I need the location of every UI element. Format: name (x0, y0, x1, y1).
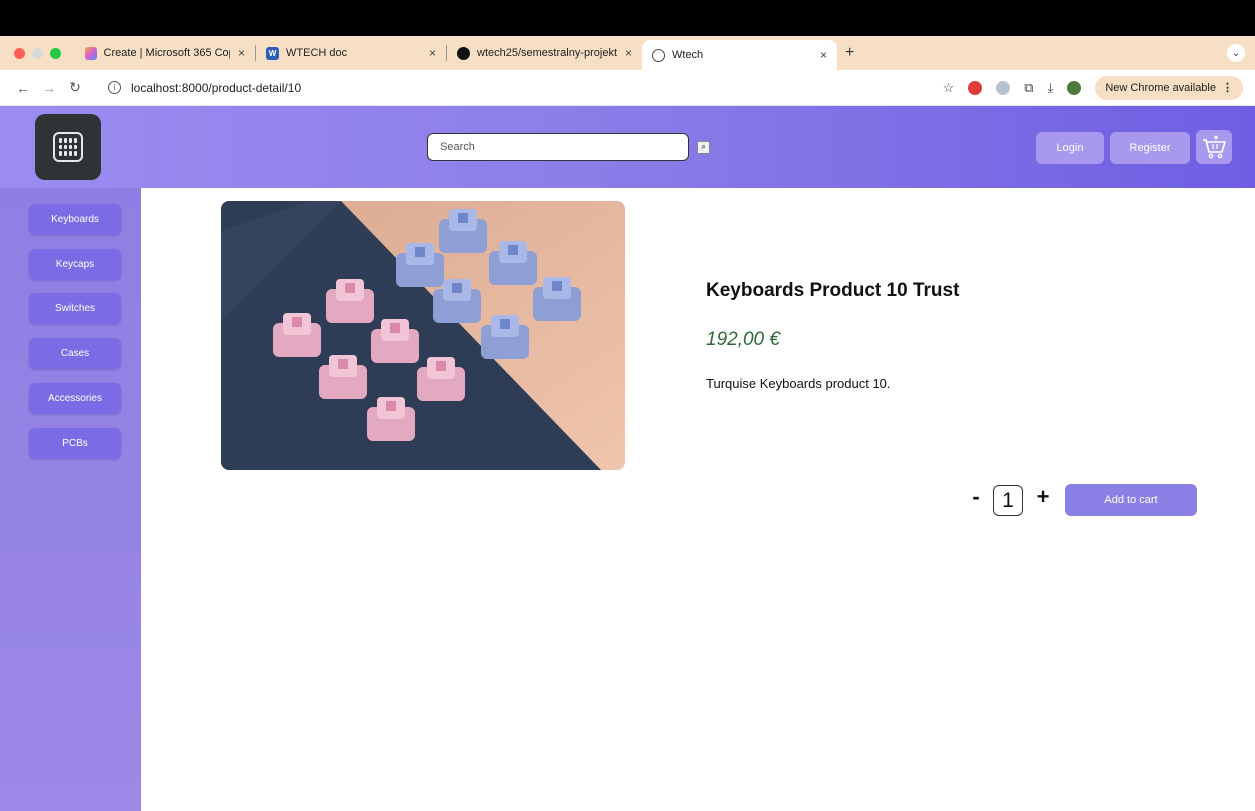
site-logo[interactable] (35, 114, 101, 180)
quantity-field[interactable]: 1 (993, 485, 1023, 516)
product-price: 192,00 € (706, 329, 780, 350)
menu-kebab-icon[interactable]: ⋮ (1222, 81, 1233, 94)
tab-close-icon[interactable]: × (230, 46, 245, 60)
address-bar[interactable]: i localhost:8000/product-detail/10 (98, 74, 908, 101)
globe-favicon-icon (652, 48, 665, 62)
quantity-decrease-button[interactable]: - (968, 484, 984, 510)
shopping-cart-icon (1203, 135, 1226, 159)
tab-close-icon[interactable]: × (421, 46, 436, 60)
login-button[interactable]: Login (1036, 132, 1104, 164)
github-favicon-icon (457, 46, 470, 60)
browser-tab-wtech[interactable]: Wtech × (642, 40, 837, 70)
search-input[interactable] (427, 133, 689, 161)
tab-close-icon[interactable]: × (617, 46, 632, 60)
sidebar-item-accessories[interactable]: Accessories (29, 383, 121, 414)
sidebar-item-keycaps[interactable]: Keycaps (29, 249, 121, 280)
register-button[interactable]: Register (1110, 132, 1190, 164)
product-description: Turquise Keyboards product 10. (706, 376, 891, 391)
quantity-increase-button[interactable]: + (1034, 484, 1052, 510)
bookmark-star-icon[interactable]: ☆ (943, 80, 955, 96)
minimize-window-dot[interactable] (32, 47, 43, 59)
sidebar-item-pcbs[interactable]: PCBs (29, 428, 121, 459)
tab-search-icon[interactable]: ⌄ (1227, 44, 1245, 62)
screen-top-bar (0, 0, 1255, 36)
chrome-update-button[interactable]: New Chrome available ⋮ (1095, 75, 1243, 100)
tab-title: Create | Microsoft 365 Copilo (103, 47, 230, 59)
close-window-dot[interactable] (14, 47, 25, 59)
cart-button[interactable] (1196, 130, 1232, 164)
back-arrow-icon[interactable]: ← (12, 80, 34, 96)
keyboard-logo-icon (53, 132, 83, 162)
browser-tab-copilot[interactable]: Create | Microsoft 365 Copilo × (75, 40, 255, 66)
adblock-extension-icon[interactable] (968, 80, 983, 95)
add-to-cart-button[interactable]: Add to cart (1065, 484, 1197, 516)
tab-close-icon[interactable]: × (812, 48, 827, 62)
window-controls (14, 47, 61, 59)
search-bar: ⌕ (427, 133, 710, 161)
browser-tab-wtech-doc[interactable]: W WTECH doc × (256, 40, 446, 66)
update-label: New Chrome available (1105, 81, 1216, 94)
maximize-window-dot[interactable] (50, 47, 61, 59)
forward-arrow-icon[interactable]: → (38, 80, 60, 96)
toolbar-right: ☆ ⧉ ⤓ New Chrome available ⋮ (943, 75, 1243, 100)
tab-title: wtech25/semestralny-projekt (477, 47, 617, 59)
extension-icon[interactable] (996, 80, 1011, 95)
reload-icon[interactable]: ↻ (64, 79, 86, 96)
browser-tab-strip: Create | Microsoft 365 Copilo × W WTECH … (0, 36, 1255, 70)
browser-toolbar: ← → ↻ i localhost:8000/product-detail/10… (0, 70, 1255, 106)
url-text: localhost:8000/product-detail/10 (131, 80, 302, 95)
site-header: ⌕ Login Register (0, 106, 1255, 188)
extensions-puzzle-icon[interactable]: ⧉ (1024, 80, 1033, 96)
tab-title: WTECH doc (286, 47, 348, 59)
site-info-icon[interactable]: i (108, 81, 121, 94)
keyboard-switches-photo (221, 201, 625, 470)
tab-title: Wtech (672, 49, 704, 61)
copilot-favicon-icon (85, 46, 97, 60)
search-icon[interactable]: ⌕ (697, 140, 710, 154)
sidebar-item-cases[interactable]: Cases (29, 338, 121, 369)
word-favicon-icon: W (266, 46, 279, 60)
sidebar-item-keyboards[interactable]: Keyboards (29, 204, 121, 235)
sidebar-item-switches[interactable]: Switches (29, 293, 121, 324)
web-page: ⌕ Login Register Keyboards Keycaps Switc… (0, 106, 1255, 811)
profile-avatar[interactable] (1067, 80, 1082, 95)
download-icon[interactable]: ⤓ (1048, 80, 1054, 96)
product-title: Keyboards Product 10 Trust (706, 280, 960, 301)
category-sidebar: Keyboards Keycaps Switches Cases Accesso… (0, 188, 141, 811)
product-image (221, 201, 625, 470)
new-tab-button[interactable]: + (845, 44, 854, 62)
browser-tab-github[interactable]: wtech25/semestralny-projekt × (447, 40, 642, 66)
